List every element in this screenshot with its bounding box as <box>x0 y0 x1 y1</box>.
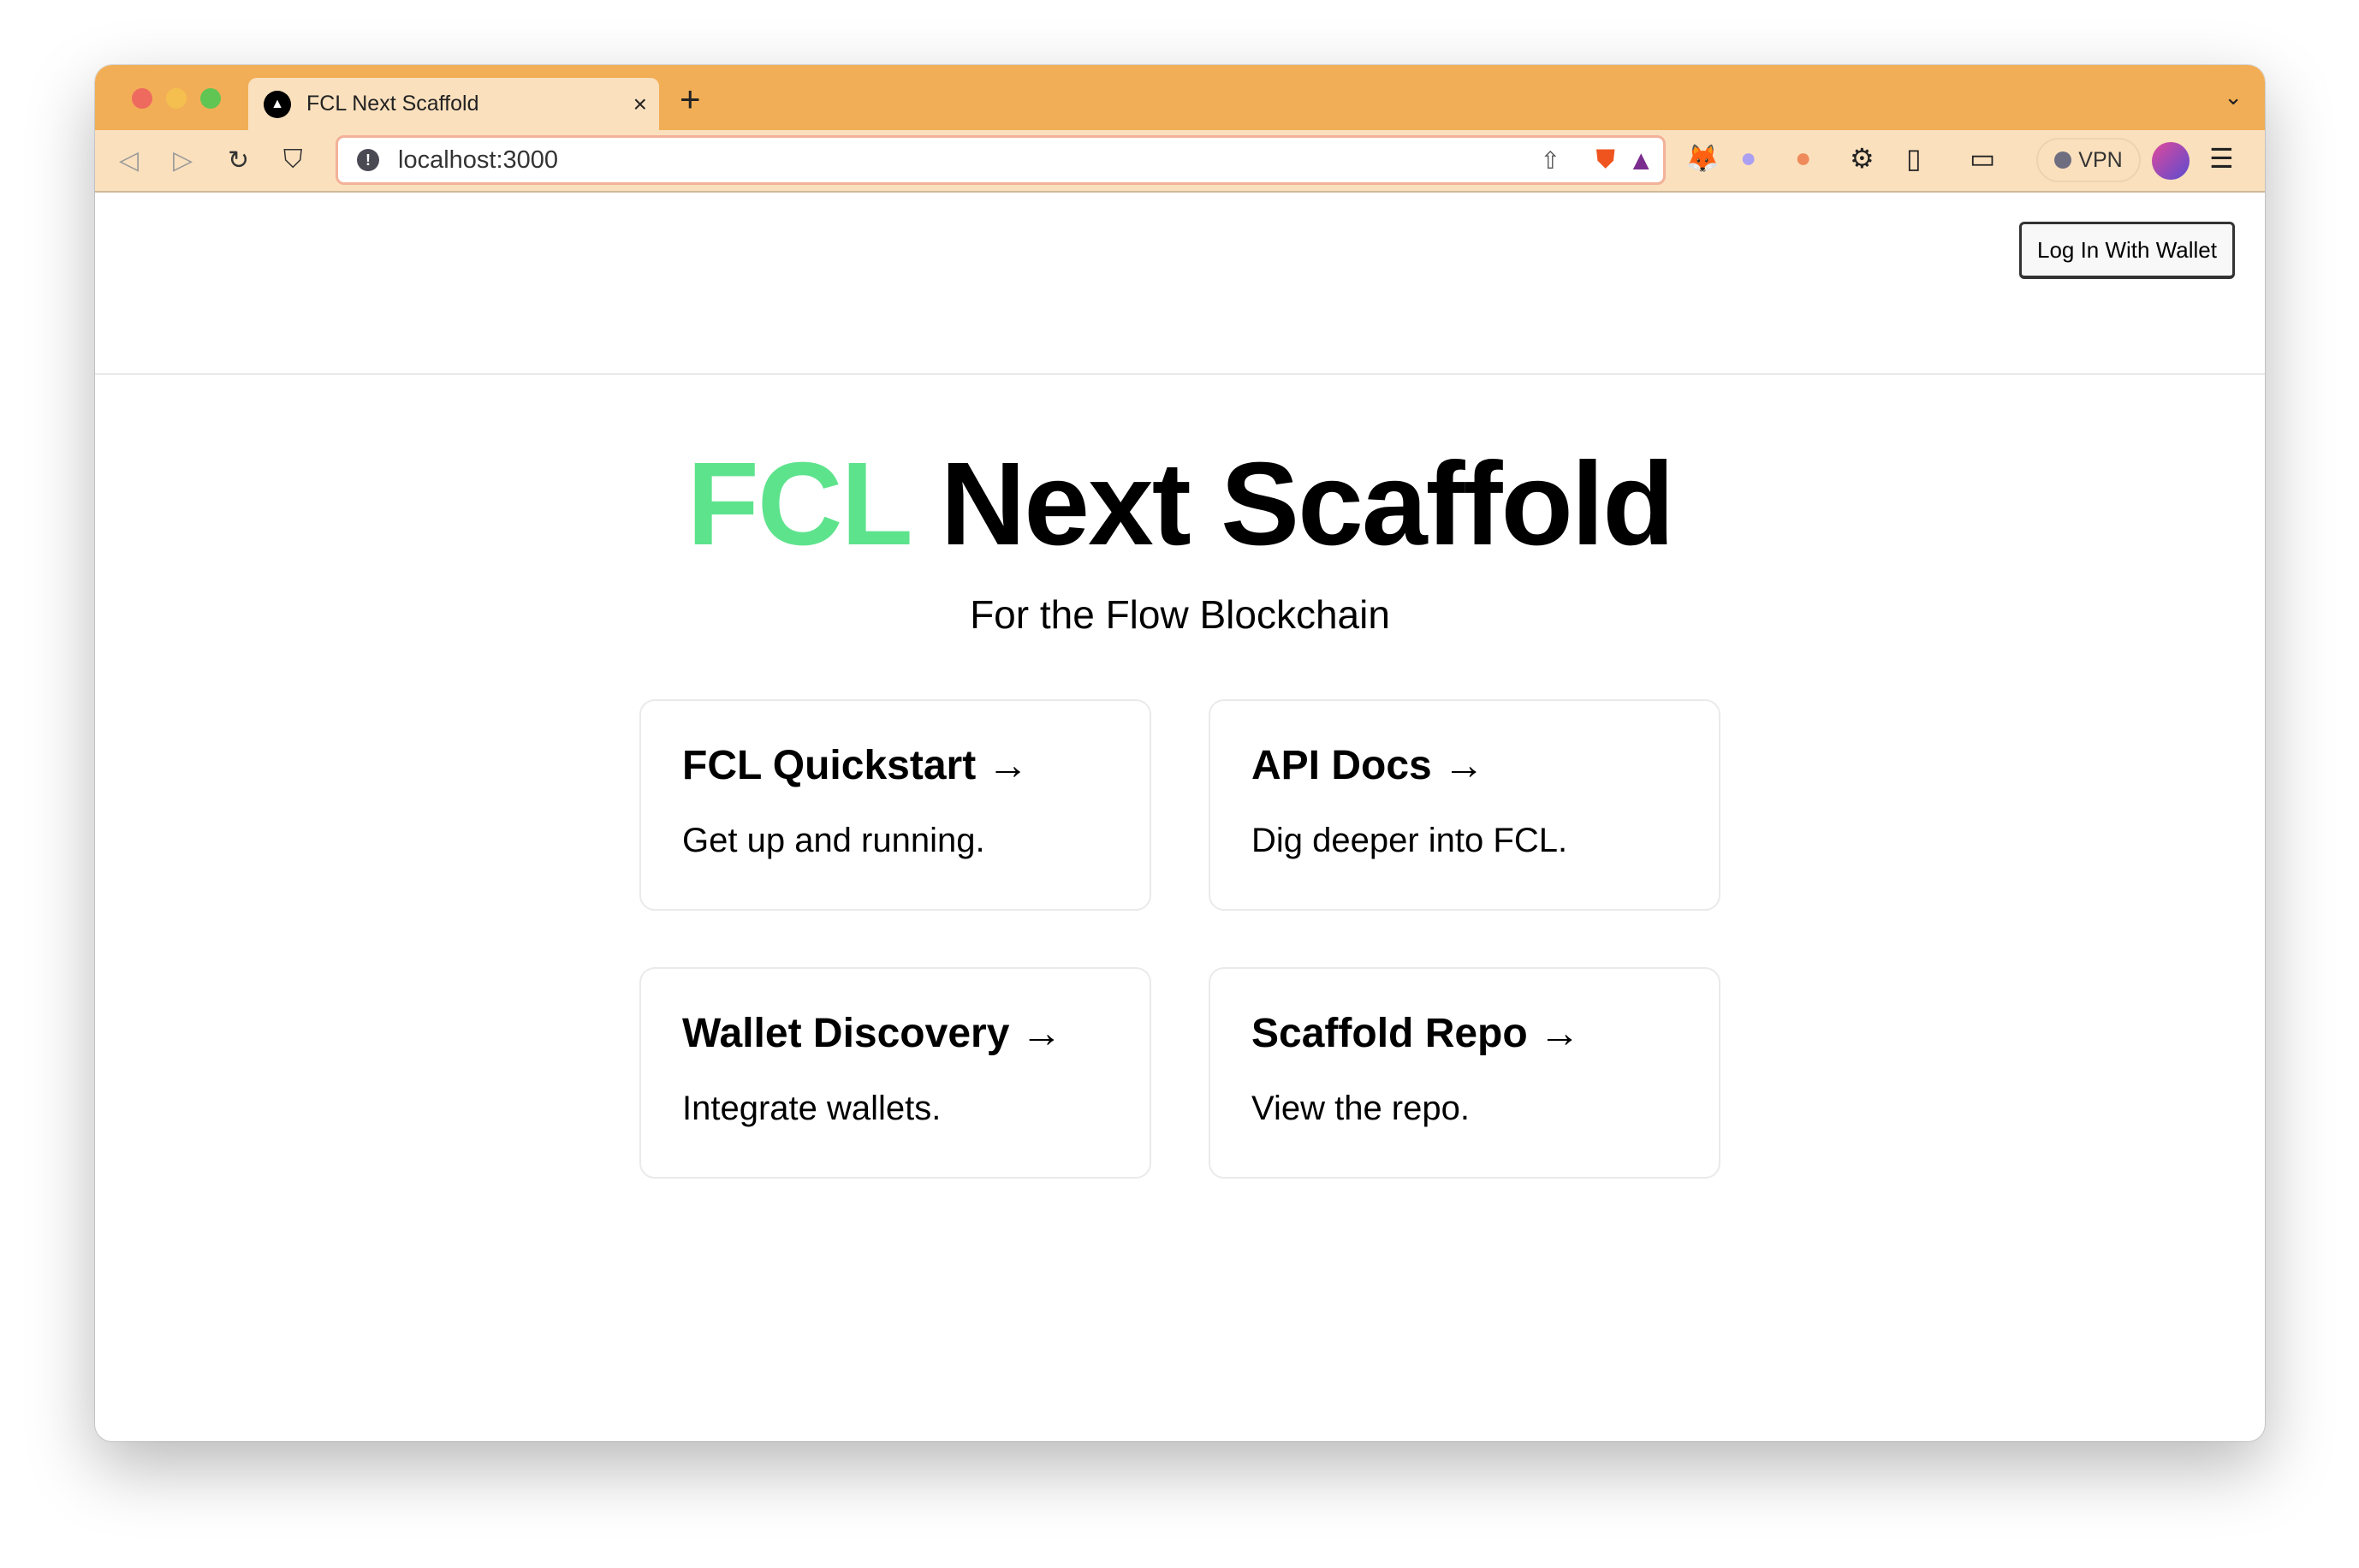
card-fcl-quickstart[interactable]: FCL Quickstart → Get up and running. <box>639 699 1151 911</box>
tab-bar: ▲ FCL Next Scaffold × + ⌄ <box>95 65 2265 130</box>
vpn-status-icon <box>2054 151 2072 169</box>
wallet-icon[interactable]: ▭ <box>1970 142 1995 175</box>
card-scaffold-repo[interactable]: Scaffold Repo → View the repo. <box>1209 967 1720 1179</box>
close-window-button[interactable] <box>132 88 152 109</box>
vpn-label: VPN <box>2078 147 2123 172</box>
minimize-window-button[interactable] <box>166 88 187 109</box>
card-title: FCL Quickstart → <box>682 743 1029 788</box>
chevron-down-icon[interactable]: ⌄ <box>2224 84 2243 110</box>
reload-icon[interactable]: ↻ <box>228 146 249 175</box>
url-text: localhost:3000 <box>398 146 559 174</box>
login-with-wallet-button[interactable]: Log In With Wallet <box>2019 222 2235 279</box>
extension-cat-icon[interactable]: ● <box>1795 142 1811 174</box>
zoom-window-button[interactable] <box>200 88 221 109</box>
extensions-puzzle-icon[interactable]: ⚙ <box>1850 142 1875 175</box>
share-icon[interactable]: ⇧ <box>1541 146 1560 175</box>
card-title: Wallet Discovery → <box>682 1011 1062 1056</box>
favicon-icon: ▲ <box>264 90 291 118</box>
metamask-icon[interactable]: 🦊 <box>1685 142 1720 175</box>
phantom-icon[interactable]: ● <box>1740 142 1756 174</box>
title-accent: FCL <box>686 438 912 570</box>
card-wallet-discovery[interactable]: Wallet Discovery → Integrate wallets. <box>639 967 1151 1179</box>
card-desc: Dig deeper into FCL. <box>1251 822 1568 859</box>
vpn-button[interactable]: VPN <box>2036 138 2141 182</box>
page-subtitle: For the Flow Blockchain <box>970 592 1390 637</box>
card-desc: Get up and running. <box>682 822 985 859</box>
back-icon[interactable]: ◁ <box>119 146 139 175</box>
new-tab-icon[interactable]: + <box>680 79 701 120</box>
close-tab-icon[interactable]: × <box>633 91 647 118</box>
brave-shields-icon[interactable]: ⛊ <box>1596 146 1616 175</box>
card-title: Scaffold Repo → <box>1251 1011 1581 1056</box>
bookmark-icon[interactable]: ⛉ <box>283 146 303 175</box>
site-header: Log In With Wallet <box>95 193 2265 375</box>
tab-active[interactable]: ▲ FCL Next Scaffold × <box>248 78 659 130</box>
card-desc: Integrate wallets. <box>682 1090 942 1127</box>
forward-icon[interactable]: ▷ <box>173 146 193 175</box>
site-info-icon[interactable]: ! <box>357 149 379 171</box>
title-rest: Next Scaffold <box>940 438 1675 570</box>
card-api-docs[interactable]: API Docs → Dig deeper into FCL. <box>1209 699 1720 911</box>
page-title: FCL Next Scaffold <box>95 437 2265 573</box>
tab-title: FCL Next Scaffold <box>306 92 479 116</box>
sidebar-icon[interactable]: ▯ <box>1906 142 1922 175</box>
brave-rewards-icon[interactable]: ▲ <box>1627 145 1655 176</box>
card-title: API Docs → <box>1251 743 1485 788</box>
address-bar[interactable]: ! localhost:3000 ⇧ ⛊ ▲ <box>336 135 1666 185</box>
menu-icon[interactable]: ☰ <box>2209 142 2234 175</box>
browser-window: ▲ FCL Next Scaffold × + ⌄ ◁ ▷ ↻ ⛉ ! loca… <box>95 65 2265 1441</box>
page-content: Log In With Wallet FCL Next Scaffold For… <box>95 193 2265 1441</box>
profile-avatar[interactable] <box>2152 142 2190 180</box>
card-desc: View the repo. <box>1251 1090 1470 1127</box>
